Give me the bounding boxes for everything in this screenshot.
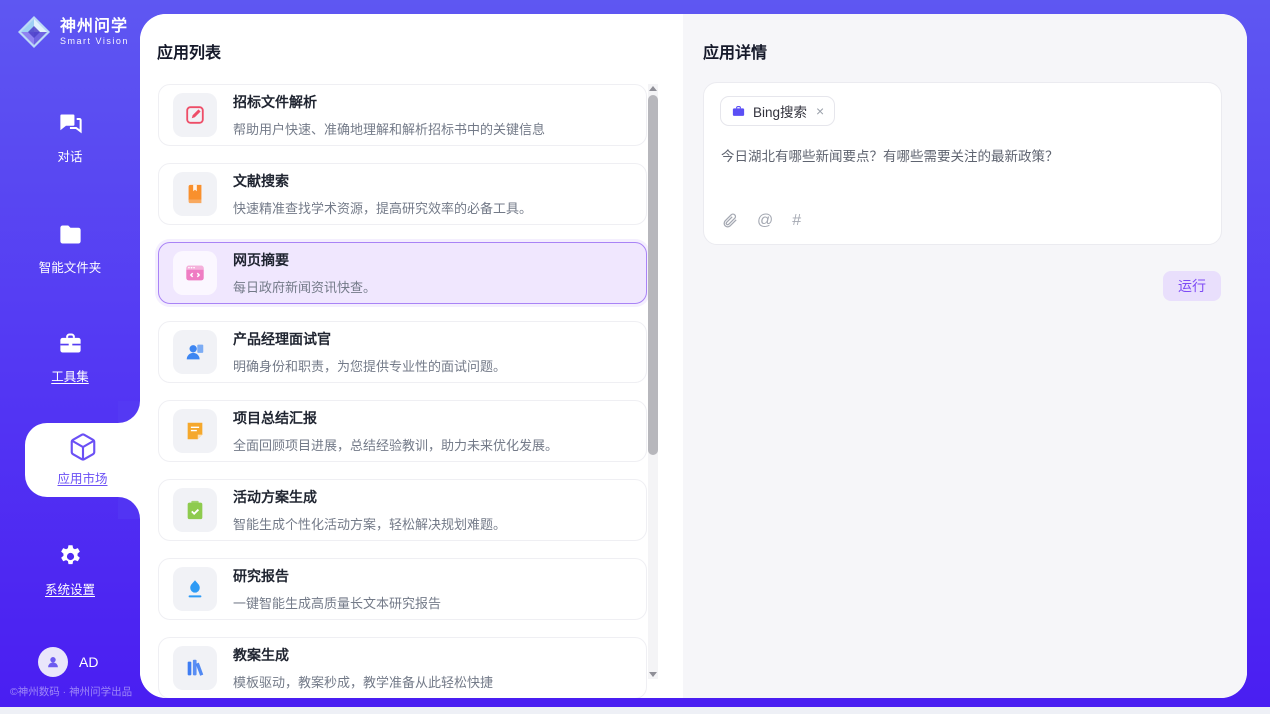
hash-icon[interactable]: #	[792, 213, 801, 229]
tool-chip-label: Bing搜索	[753, 101, 807, 121]
scrollbar-thumb[interactable]	[648, 95, 658, 455]
run-button[interactable]: 运行	[1163, 271, 1221, 301]
person-icon	[44, 653, 62, 671]
prompt-toolbar: @ #	[721, 212, 801, 229]
brand-logo: 神州问学 Smart Vision	[16, 14, 129, 50]
avatar	[38, 647, 68, 677]
sidebar-item-label: 对话	[0, 146, 140, 165]
tool-chip-bing-search[interactable]: Bing搜索 ×	[720, 96, 835, 126]
app-card-title: 招标文件解析	[233, 92, 545, 112]
app-card-desc: 全面回顾项目进展，总结经验教训，助力未来优化发展。	[233, 435, 558, 454]
app-card-web-summary[interactable]: 网页摘要 每日政府新闻资讯快查。	[158, 242, 647, 304]
gear-icon	[57, 543, 84, 570]
content-area: 应用列表 招标文件解析 帮助用户快速、准确地理解和解析招标书中的关键信息	[140, 14, 1247, 698]
ink-icon	[184, 578, 206, 600]
app-card-desc: 帮助用户快速、准确地理解和解析招标书中的关键信息	[233, 119, 545, 138]
cube-icon	[68, 432, 98, 462]
app-card-literature-search[interactable]: 文献搜索 快速精准查找学术资源，提高研究效率的必备工具。	[158, 163, 647, 225]
app-card-lesson-plan[interactable]: 教案生成 模板驱动，教案秒成，教学准备从此轻松快捷	[158, 637, 647, 698]
app-card-desc: 模板驱动，教案秒成，教学准备从此轻松快捷	[233, 672, 493, 691]
app-card-project-summary[interactable]: 项目总结汇报 全面回顾项目进展，总结经验教训，助力未来优化发展。	[158, 400, 647, 462]
sidebar-item-label: 智能文件夹	[0, 257, 140, 276]
notch-curve-bottom	[118, 497, 140, 519]
app-card-pm-interviewer[interactable]: 产品经理面试官 明确身份和职责，为您提供专业性的面试问题。	[158, 321, 647, 383]
app-card-event-plan[interactable]: 活动方案生成 智能生成个性化活动方案，轻松解决规划难题。	[158, 479, 647, 541]
toolbox-icon	[57, 330, 84, 357]
app-card-desc: 快速精准查找学术资源，提高研究效率的必备工具。	[233, 198, 532, 217]
chat-icon	[57, 110, 84, 137]
user-account[interactable]: AD	[38, 647, 98, 677]
app-card-desc: 每日政府新闻资讯快查。	[233, 277, 376, 296]
briefcase-icon	[731, 104, 746, 119]
sidebar-item-label: 应用市场	[25, 468, 140, 487]
pen-square-icon	[184, 104, 206, 126]
sidebar-item-app-market[interactable]: 应用市场	[25, 423, 140, 497]
note-icon	[184, 420, 206, 442]
sidebar-item-label: 工具集	[0, 366, 140, 385]
mention-icon[interactable]: @	[757, 213, 773, 229]
sidebar-item-label: 系统设置	[0, 579, 140, 598]
sidebar-item-settings[interactable]: 系统设置	[0, 543, 140, 598]
notch-curve-top	[118, 401, 140, 423]
app-card-title: 项目总结汇报	[233, 408, 558, 428]
app-detail-panel: 应用详情 Bing搜索 × 今日湖北有哪些新闻要点？有哪些需要关注的最新政策？ …	[683, 14, 1247, 698]
app-card-title: 文献搜索	[233, 171, 532, 191]
folder-icon	[57, 221, 84, 248]
app-card-desc: 明确身份和职责，为您提供专业性的面试问题。	[233, 356, 506, 375]
app-list-title: 应用列表	[157, 39, 221, 63]
app-list: 招标文件解析 帮助用户快速、准确地理解和解析招标书中的关键信息 文献搜索	[158, 84, 647, 698]
app-card-title: 教案生成	[233, 645, 493, 665]
list-scrollbar[interactable]	[648, 84, 658, 679]
app-list-panel: 应用列表 招标文件解析 帮助用户快速、准确地理解和解析招标书中的关键信息	[140, 14, 683, 698]
sidebar-item-chat[interactable]: 对话	[0, 110, 140, 165]
prompt-input[interactable]: 今日湖北有哪些新闻要点？有哪些需要关注的最新政策？	[721, 145, 1201, 165]
book-icon	[184, 183, 206, 205]
books-icon	[184, 657, 206, 679]
app-card-title: 活动方案生成	[233, 487, 506, 507]
app-card-bid-parse[interactable]: 招标文件解析 帮助用户快速、准确地理解和解析招标书中的关键信息	[158, 84, 647, 146]
app-card-title: 产品经理面试官	[233, 329, 506, 349]
diamond-logo-icon	[16, 14, 52, 50]
copyright-text: ©神州数码 · 神州问学出品	[10, 684, 145, 699]
prompt-card[interactable]: Bing搜索 × 今日湖北有哪些新闻要点？有哪些需要关注的最新政策？ @ #	[703, 82, 1222, 245]
app-card-desc: 智能生成个性化活动方案，轻松解决规划难题。	[233, 514, 506, 533]
sidebar-item-smart-folder[interactable]: 智能文件夹	[0, 221, 140, 276]
app-frame: 神州问学 Smart Vision 对话 智能文件夹 工具	[0, 0, 1270, 707]
app-detail-title: 应用详情	[703, 39, 767, 63]
app-card-desc: 一键智能生成高质量长文本研究报告	[233, 593, 441, 612]
app-card-title: 研究报告	[233, 566, 441, 586]
chip-close-icon[interactable]: ×	[816, 104, 824, 118]
app-card-title: 网页摘要	[233, 250, 376, 270]
sidebar: 神州问学 Smart Vision 对话 智能文件夹 工具	[0, 0, 140, 707]
scrollbar-up-arrow-icon[interactable]	[649, 86, 657, 91]
brand-name: 神州问学	[60, 18, 129, 36]
user-initials: AD	[79, 654, 98, 670]
browser-code-icon	[184, 262, 206, 284]
scrollbar-down-arrow-icon[interactable]	[649, 672, 657, 677]
sidebar-item-toolset[interactable]: 工具集	[0, 330, 140, 385]
app-card-research-report[interactable]: 研究报告 一键智能生成高质量长文本研究报告	[158, 558, 647, 620]
interviewer-icon	[184, 341, 206, 363]
clipboard-check-icon	[184, 499, 206, 521]
brand-subtitle: Smart Vision	[60, 36, 129, 46]
paperclip-icon[interactable]	[721, 212, 738, 229]
